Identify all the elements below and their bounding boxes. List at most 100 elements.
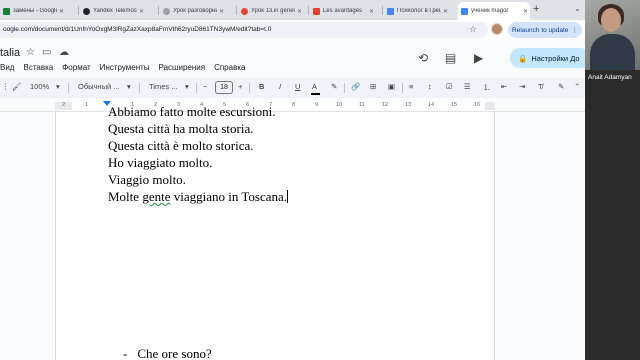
participant-name: Anait Adamyan bbox=[588, 74, 632, 81]
document-line-current[interactable]: Molte gente viaggiano in Toscana. bbox=[108, 189, 289, 205]
browser-tab[interactable]: Урок разговорный ✕ bbox=[160, 3, 224, 19]
document-canvas: Abbiamo fatto molte escursioni. Questa c… bbox=[0, 104, 585, 360]
ruler: 2 1 1 2 3 4 5 6 7 8 9 10 11 12 13 14 15 … bbox=[0, 98, 585, 112]
ruler-number: 11 bbox=[359, 102, 365, 108]
ruler-number: 9 bbox=[315, 102, 319, 108]
menu-view[interactable]: Вид bbox=[0, 63, 14, 72]
bullet-dash: - bbox=[123, 346, 128, 360]
youtube-icon bbox=[313, 7, 320, 15]
document-line[interactable]: Questa città è molto storica. bbox=[108, 138, 253, 154]
move-folder-icon[interactable]: ▭ bbox=[42, 47, 51, 58]
comments-icon[interactable]: ▤ bbox=[445, 51, 456, 65]
settings-label: Настройки До bbox=[531, 53, 580, 63]
tab-label: Yandex Telemost bbox=[93, 8, 137, 14]
ruler-number: 1 bbox=[85, 102, 89, 108]
indent-increase-icon[interactable]: ⇥ bbox=[519, 82, 525, 91]
checklist-icon[interactable]: ⋮ bbox=[2, 82, 10, 91]
numbered-list-icon[interactable]: ⒈ bbox=[483, 82, 491, 93]
docs-icon bbox=[461, 7, 468, 15]
new-tab-button[interactable]: + bbox=[533, 3, 539, 15]
line-spacing-icon[interactable]: ↕ bbox=[428, 82, 432, 91]
checklist-button-icon[interactable]: ☑ bbox=[446, 82, 453, 91]
globe-icon bbox=[163, 7, 170, 15]
bookmark-star-icon[interactable]: ☆ bbox=[469, 24, 477, 35]
document-line[interactable]: Viaggio molto. bbox=[108, 172, 186, 188]
close-icon[interactable]: ✕ bbox=[297, 8, 302, 15]
editing-mode-icon[interactable]: ✎ bbox=[558, 82, 564, 91]
profile-avatar[interactable] bbox=[491, 23, 503, 35]
increase-font-size-button[interactable]: + bbox=[238, 82, 242, 91]
align-icon[interactable]: ≡ bbox=[409, 82, 413, 91]
ruler-number: 13 bbox=[405, 102, 412, 108]
list-item-text: Che ore sono? bbox=[137, 346, 212, 360]
history-icon[interactable]: ⟲ bbox=[418, 51, 428, 65]
close-icon[interactable]: ✕ bbox=[139, 8, 144, 15]
paragraph-style-select[interactable]: Обычный ... bbox=[78, 82, 119, 91]
close-icon[interactable]: ✕ bbox=[369, 8, 374, 15]
ruler-number: 10 bbox=[336, 102, 343, 108]
close-icon[interactable]: ✕ bbox=[523, 8, 528, 15]
menu-format[interactable]: Формат bbox=[62, 63, 90, 72]
list-item[interactable]: - Che ore sono? bbox=[123, 346, 212, 360]
font-size-input[interactable]: 18 bbox=[215, 81, 233, 94]
chevron-down-icon: ▾ bbox=[56, 82, 60, 91]
ruler-number: 16 bbox=[474, 102, 481, 108]
menu-help[interactable]: Справка bbox=[214, 63, 245, 72]
share-settings-button[interactable]: 🔒 Настройки До bbox=[510, 48, 590, 68]
link-icon[interactable]: 🔗 bbox=[351, 82, 360, 91]
menu-extensions[interactable]: Расширения bbox=[159, 63, 206, 72]
close-icon[interactable]: ✕ bbox=[219, 8, 224, 15]
browser-tab[interactable]: Yandex Telemost ✕ bbox=[80, 3, 144, 19]
close-icon[interactable]: ✕ bbox=[59, 8, 64, 15]
document-line[interactable]: Ho viaggiato molto. bbox=[108, 155, 212, 171]
text-run: viaggiano in Toscana. bbox=[170, 189, 288, 204]
chevron-down-icon: ▾ bbox=[127, 82, 131, 91]
browser-tab[interactable]: Урок 13.in general ✕ bbox=[238, 3, 302, 19]
underline-icon[interactable]: U bbox=[295, 82, 300, 91]
document-line[interactable]: Questa città ha molta storia. bbox=[108, 121, 253, 137]
browser-tab[interactable]: Les avantages ✕ bbox=[310, 3, 374, 19]
bold-icon[interactable]: B bbox=[259, 82, 264, 91]
relaunch-button[interactable]: Relaunch to update ⋮ bbox=[508, 22, 582, 38]
document-page[interactable]: Abbiamo fatto molte escursioni. Questa c… bbox=[55, 104, 495, 360]
participant-video[interactable] bbox=[585, 0, 640, 70]
browser-tab[interactable]: Психолог в Греции ✕ bbox=[384, 3, 448, 19]
document-title[interactable]: talia bbox=[0, 47, 20, 59]
relaunch-label: Relaunch to update bbox=[512, 26, 569, 34]
browser-tab-active[interactable]: ученик magor ✕ bbox=[458, 2, 530, 20]
indent-decrease-icon[interactable]: ⇤ bbox=[501, 82, 507, 91]
text-color-icon[interactable]: A bbox=[312, 82, 317, 91]
insert-image-icon[interactable]: ▣ bbox=[388, 82, 395, 91]
tab-label: замены - Google bbox=[13, 8, 57, 14]
collapse-icon[interactable]: ⌃ bbox=[574, 82, 580, 91]
omnibox[interactable]: oogle.com/document/d/1UnfnYoOxgM3lRgZazX… bbox=[0, 22, 488, 38]
menu-tools[interactable]: Инструменты bbox=[100, 63, 150, 72]
formatting-toolbar: ⋮ 🖌 100% ▾ Обычный ... ▾ Times ... ▾ − 1… bbox=[0, 78, 585, 98]
zoom-select[interactable]: 100% bbox=[30, 82, 49, 91]
paint-format-icon[interactable]: 🖌 bbox=[12, 82, 22, 91]
bulleted-list-icon[interactable]: ☰ bbox=[464, 82, 471, 91]
spellcheck-word[interactable]: gente bbox=[142, 189, 170, 204]
text-cursor bbox=[287, 190, 289, 203]
highlight-icon[interactable]: ✎ bbox=[331, 82, 337, 91]
tab-label: Урок разговорный bbox=[173, 8, 217, 14]
decrease-font-size-button[interactable]: − bbox=[203, 82, 207, 91]
close-icon[interactable]: ✕ bbox=[443, 8, 448, 15]
browser-tab-strip: замены - Google ✕ Yandex Telemost ✕ Урок… bbox=[0, 0, 585, 20]
add-comment-icon[interactable]: ⊞ bbox=[370, 82, 376, 91]
document-line[interactable]: Abbiamo fatto molte escursioni. bbox=[108, 104, 276, 120]
url-text[interactable]: oogle.com/document/d/1UnfnYoOxgM3lRgZazX… bbox=[3, 26, 271, 33]
ruler-number: 15 bbox=[451, 102, 458, 108]
meet-icon[interactable]: ▶ bbox=[474, 51, 483, 65]
browser-tab[interactable]: замены - Google ✕ bbox=[0, 3, 64, 19]
ruler-number: 14 bbox=[428, 102, 435, 108]
clear-formatting-icon[interactable]: T̸ bbox=[538, 82, 543, 91]
font-select[interactable]: Times ... bbox=[149, 82, 177, 91]
docs-header: talia ☆ ▭ ☁ Вид Вставка Формат Инструмен… bbox=[0, 40, 590, 78]
address-bar: oogle.com/document/d/1UnfnYoOxgM3lRgZazX… bbox=[0, 20, 585, 40]
screen: замены - Google ✕ Yandex Telemost ✕ Урок… bbox=[0, 0, 640, 360]
menu-insert[interactable]: Вставка bbox=[23, 63, 53, 72]
tab-search-icon[interactable]: ⌄ bbox=[574, 4, 581, 13]
italic-icon[interactable]: I bbox=[279, 82, 281, 91]
star-icon[interactable]: ☆ bbox=[26, 47, 35, 58]
